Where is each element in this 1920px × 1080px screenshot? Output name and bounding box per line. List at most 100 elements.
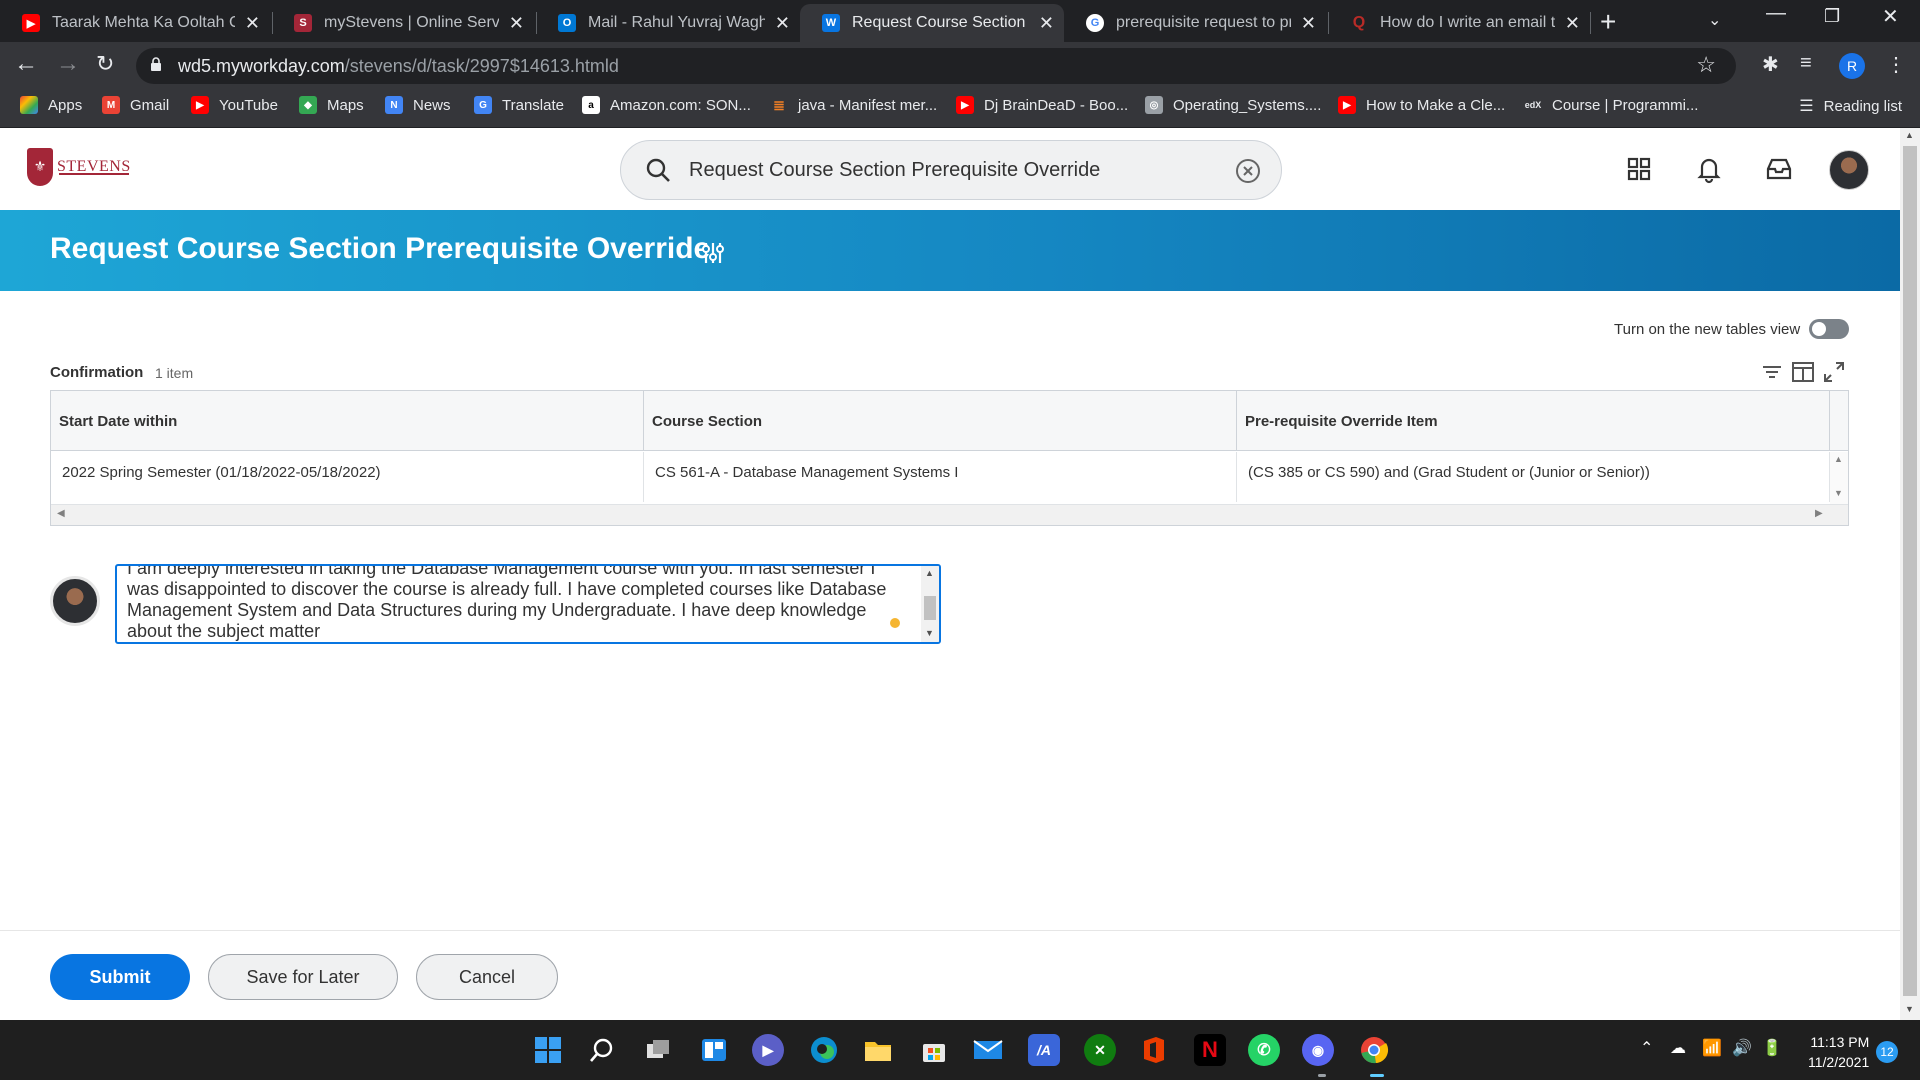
stevens-logo[interactable]: ⚜ STEVENS xyxy=(27,148,131,186)
close-tab-icon[interactable]: ✕ xyxy=(1565,13,1580,34)
profile-avatar[interactable]: R xyxy=(1839,53,1865,79)
close-tab-icon[interactable]: ✕ xyxy=(775,13,790,34)
wifi-icon[interactable]: 📶 xyxy=(1702,1038,1722,1058)
minimize-button[interactable]: — xyxy=(1766,2,1786,25)
forward-icon[interactable]: → xyxy=(56,50,80,78)
table-horizontal-scrollbar[interactable]: ◀ ▶ xyxy=(51,504,1848,525)
bookmark-how-to-make[interactable]: ▶ How to Make a Cle... xyxy=(1338,96,1505,114)
bookmark-operating-systems[interactable]: ◎ Operating_Systems.... xyxy=(1145,96,1321,114)
reading-list-button[interactable]: ☰ Reading list xyxy=(1799,96,1902,116)
column-header-start-date[interactable]: Start Date within xyxy=(51,391,644,451)
file-explorer-icon[interactable] xyxy=(862,1034,894,1066)
comment-textarea[interactable]: I am deeply interested in taking the Dat… xyxy=(115,564,941,644)
scroll-up-arrow-icon[interactable]: ▲ xyxy=(1834,454,1843,464)
tab-search-icon[interactable]: ⌄ xyxy=(1708,10,1721,30)
close-tab-icon[interactable]: ✕ xyxy=(509,13,524,34)
fullscreen-icon[interactable] xyxy=(1822,360,1846,384)
close-window-button[interactable]: ✕ xyxy=(1882,4,1899,29)
task-view-icon[interactable] xyxy=(642,1034,674,1066)
menu-icon[interactable]: ⋮ xyxy=(1886,52,1906,77)
close-tab-icon[interactable]: ✕ xyxy=(1039,13,1054,34)
onedrive-icon[interactable]: ☁ xyxy=(1670,1038,1686,1058)
filter-icon[interactable] xyxy=(1760,360,1784,384)
bookmark-maps[interactable]: ◆ Maps xyxy=(299,96,364,114)
mail-icon[interactable] xyxy=(972,1034,1004,1066)
bookmark-dj-braindead[interactable]: ▶ Dj BrainDeaD - Boo... xyxy=(956,96,1128,114)
search-input[interactable]: Request Course Section Prerequisite Over… xyxy=(689,159,1100,182)
scroll-down-arrow-icon[interactable]: ▼ xyxy=(1905,1004,1914,1014)
bookmark-gmail[interactable]: M Gmail xyxy=(102,96,169,114)
submit-button[interactable]: Submit xyxy=(50,954,190,1000)
google-icon: G xyxy=(1086,14,1104,32)
bookmark-amazon[interactable]: a Amazon.com: SON... xyxy=(582,96,751,114)
chrome-icon[interactable] xyxy=(1358,1034,1390,1066)
bookmark-java-manifest[interactable]: ≣ java - Manifest mer... xyxy=(770,96,937,114)
volume-icon[interactable]: 🔊 xyxy=(1732,1038,1752,1058)
notification-badge[interactable]: 12 xyxy=(1876,1041,1898,1063)
user-avatar[interactable] xyxy=(1829,150,1869,190)
page-scrollbar[interactable]: ▲ ▼ xyxy=(1900,128,1920,1020)
edge-icon[interactable] xyxy=(808,1034,840,1066)
scroll-down-arrow-icon[interactable]: ▼ xyxy=(1834,488,1843,498)
show-hidden-icons[interactable]: ⌃ xyxy=(1640,1038,1653,1058)
teams-chat-icon[interactable]: ▶ xyxy=(752,1034,784,1066)
widgets-icon[interactable] xyxy=(698,1034,730,1066)
table-cell-course-section[interactable]: CS 561-A - Database Management Systems I xyxy=(644,452,1237,502)
xbox-icon[interactable]: ✕ xyxy=(1084,1034,1116,1066)
extensions-icon[interactable]: ✱ xyxy=(1762,52,1779,77)
new-tab-button[interactable]: + xyxy=(1600,6,1616,38)
inbox-icon[interactable] xyxy=(1764,154,1794,184)
new-tables-view-toggle[interactable] xyxy=(1809,319,1849,339)
notifications-bell-icon[interactable] xyxy=(1694,154,1724,184)
media-control-icon[interactable]: ≡ xyxy=(1800,52,1812,75)
clock[interactable]: 11:13 PM 11/2/2021 xyxy=(1808,1032,1869,1072)
reload-icon[interactable]: ↻ xyxy=(96,51,114,77)
office-icon[interactable] xyxy=(1138,1034,1170,1066)
address-bar[interactable]: wd5.myworkday.com/stevens/d/task/2997$14… xyxy=(136,48,1736,84)
column-config-icon[interactable] xyxy=(1791,360,1815,384)
scroll-up-arrow-icon[interactable]: ▲ xyxy=(1905,130,1914,140)
grid-item-count: 1 item xyxy=(155,365,194,381)
global-search[interactable]: Request Course Section Prerequisite Over… xyxy=(620,140,1282,200)
bookmark-star-icon[interactable]: ☆ xyxy=(1696,52,1716,78)
bookmark-course-programming[interactable]: edX Course | Programmi... xyxy=(1524,96,1699,114)
close-tab-icon[interactable]: ✕ xyxy=(245,13,260,34)
spellcheck-indicator[interactable] xyxy=(890,618,900,628)
whatsapp-icon[interactable]: ✆ xyxy=(1248,1034,1280,1066)
tab-mail[interactable]: O Mail - Rahul Yuvraj Waghul ✕ xyxy=(536,4,800,42)
clear-search-icon[interactable] xyxy=(1235,158,1261,184)
related-actions-icon[interactable] xyxy=(700,240,726,266)
cancel-button[interactable]: Cancel xyxy=(416,954,558,1000)
table-vertical-scrollbar[interactable]: ▲ ▼ xyxy=(1830,452,1848,504)
tab-taarak-mehta[interactable]: ▶ Taarak Mehta Ka Ooltah Ch ✕ xyxy=(0,4,270,42)
bookmark-youtube[interactable]: ▶ YouTube xyxy=(191,96,278,114)
vpn-app-icon[interactable]: /A xyxy=(1028,1034,1060,1066)
scroll-up-arrow-icon[interactable]: ▲ xyxy=(925,568,934,578)
close-tab-icon[interactable]: ✕ xyxy=(1301,13,1316,34)
comment-scrollbar[interactable]: ▲ ▼ xyxy=(921,566,939,642)
start-icon[interactable] xyxy=(532,1034,564,1066)
scroll-left-arrow-icon[interactable]: ◀ xyxy=(57,508,65,519)
apps-grid-icon[interactable] xyxy=(1624,154,1654,184)
tab-mystevens[interactable]: S myStevens | Online Services ✕ xyxy=(272,4,534,42)
comment-text[interactable]: I am deeply interested in taking the Dat… xyxy=(127,566,887,642)
tab-request-course[interactable]: W Request Course Section Pre ✕ xyxy=(800,4,1064,42)
microsoft-store-icon[interactable] xyxy=(918,1034,950,1066)
tab-quora[interactable]: Q How do I write an email to ✕ xyxy=(1328,4,1590,42)
bookmark-apps[interactable]: Apps xyxy=(20,96,82,114)
column-header-override-item[interactable]: Pre-requisite Override Item xyxy=(1237,391,1830,451)
netflix-icon[interactable]: N xyxy=(1194,1034,1226,1066)
search-icon[interactable] xyxy=(586,1034,618,1066)
column-header-course-section[interactable]: Course Section xyxy=(644,391,1237,451)
scroll-down-arrow-icon[interactable]: ▼ xyxy=(925,628,934,638)
bookmark-news[interactable]: N News xyxy=(385,96,451,114)
restore-button[interactable]: ❐ xyxy=(1824,6,1840,27)
scroll-right-arrow-icon[interactable]: ▶ xyxy=(1815,508,1823,519)
bookmark-translate[interactable]: G Translate xyxy=(474,96,564,114)
battery-icon[interactable]: 🔋 xyxy=(1762,1038,1782,1058)
back-icon[interactable]: ← xyxy=(14,50,38,78)
tab-google-search[interactable]: G prerequisite request to pro ✕ xyxy=(1064,4,1326,42)
save-for-later-button[interactable]: Save for Later xyxy=(208,954,398,1000)
discord-icon[interactable]: ◉ xyxy=(1302,1034,1334,1066)
taskbar: ▶ /A ✕ N ✆ ◉ ⌃ ☁ 📶 🔊 🔋 11:13 PM 11/2/202… xyxy=(0,1020,1920,1080)
